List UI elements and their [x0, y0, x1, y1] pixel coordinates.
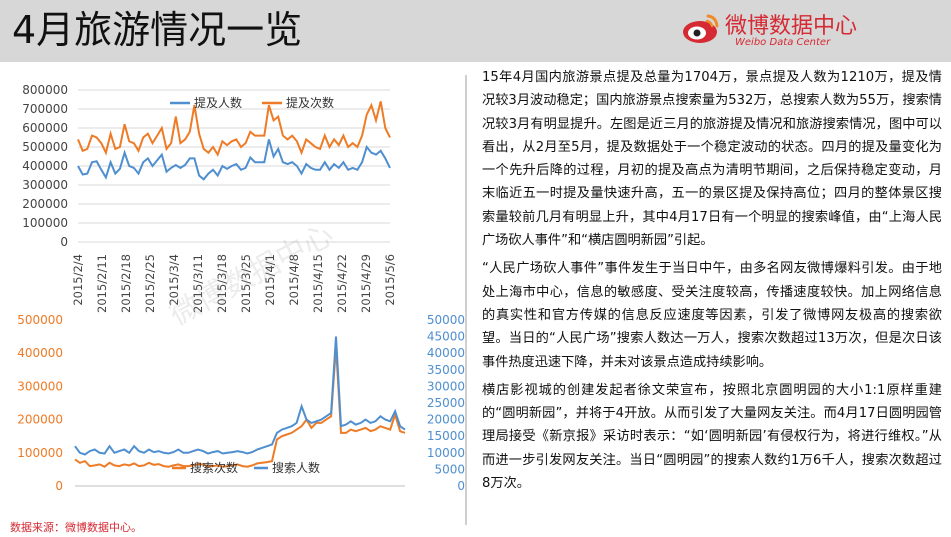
left-y-tick-label: 400000 [17, 346, 63, 360]
x-tick-label: 2015/3/18 [215, 254, 229, 313]
legend-label: 提及次数 [286, 95, 334, 110]
y-tick-label: 600000 [22, 121, 68, 135]
right-y-tick-label: 20000 [427, 413, 465, 427]
page-title: 4月旅游情况一览 [12, 8, 303, 52]
y-tick-label: 800000 [22, 83, 68, 97]
legend-label: 搜索次数 [190, 460, 238, 475]
right-y-tick-label: 10000 [427, 446, 465, 460]
x-tick-label: 2015/4/15 [311, 254, 325, 313]
x-tick-label: 2015/4/29 [359, 254, 373, 313]
right-y-tick-label: 30000 [427, 379, 465, 393]
x-tick-label: 2015/2/4 [71, 254, 85, 306]
legend-label: 搜索人数 [272, 460, 320, 475]
left-y-tick-label: 300000 [17, 379, 63, 393]
left-y-tick-label: 500000 [17, 313, 63, 327]
logo-subtitle: Weibo Data Center [735, 37, 831, 48]
y-tick-label: 400000 [22, 159, 68, 173]
y-tick-label: 700000 [22, 102, 68, 116]
left-y-tick-label: 0 [55, 479, 63, 493]
y-tick-label: 100000 [22, 216, 68, 230]
right-y-tick-label: 40000 [427, 346, 465, 360]
x-tick-label: 2015/3/11 [191, 254, 205, 313]
data-source-note: 数据来源：微博数据中心。 [10, 521, 142, 534]
weibo-eye-logo-icon [683, 14, 719, 43]
left-y-tick-label: 200000 [17, 413, 63, 427]
right-y-tick-label: 5000 [434, 462, 465, 476]
mention-line-chart: 0 100000 200000 300000 400000 500000 600000 700… [22, 83, 397, 313]
right-y-tick-label: 0 [457, 479, 465, 493]
right-y-tick-label: 15000 [427, 429, 465, 443]
x-tick-label: 2015/2/25 [143, 254, 157, 313]
x-tick-label: 2015/2/11 [95, 254, 109, 313]
left-y-tick-label: 100000 [17, 446, 63, 460]
paragraph-1: 15年4月国内旅游景点提及总量为1704万，景点提及人数为1210万，提及情况较… [482, 70, 942, 249]
analysis-text-panel: 15年4月国内旅游景点提及总量为1704万，景点提及人数为1210万，提及情况较… [482, 66, 942, 500]
x-tick-label: 2015/3/25 [239, 254, 253, 313]
paragraph-3: 横店影视城的创建发起者徐文荣宣布，按照北京圆明园的大小1:1原样重建的“圆明新园… [482, 382, 942, 492]
search-line-chart: 0 100000 200000 300000 400000 500000 0 5000 1000… [17, 313, 465, 493]
right-y-tick-label: 25000 [427, 396, 465, 410]
paragraph-2: “人民广场砍人事件”事件发生于当日中午，由多名网友微博爆料引发。由于地处上海市中… [482, 261, 942, 370]
x-tick-label: 2015/3/4 [167, 254, 181, 306]
legend-label: 提及人数 [194, 95, 242, 110]
vertical-divider [465, 75, 467, 525]
y-tick-label: 300000 [22, 178, 68, 192]
x-tick-label: 2015/4/8 [287, 254, 301, 306]
x-tick-label: 2015/4/1 [263, 254, 277, 306]
series-line [77, 139, 391, 181]
y-tick-label: 500000 [22, 140, 68, 154]
right-y-tick-label: 50000 [427, 313, 465, 327]
y-tick-label: 200000 [22, 197, 68, 211]
x-tick-label: 2015/4/22 [335, 254, 349, 313]
right-y-tick-label: 35000 [427, 363, 465, 377]
right-y-tick-label: 45000 [427, 330, 465, 344]
series-line [74, 336, 406, 456]
logo-text: 微博数据中心 [725, 14, 858, 39]
x-tick-label: 2015/5/6 [383, 254, 397, 306]
y-tick-label: 0 [60, 235, 68, 249]
x-tick-label: 2015/2/18 [119, 254, 133, 313]
